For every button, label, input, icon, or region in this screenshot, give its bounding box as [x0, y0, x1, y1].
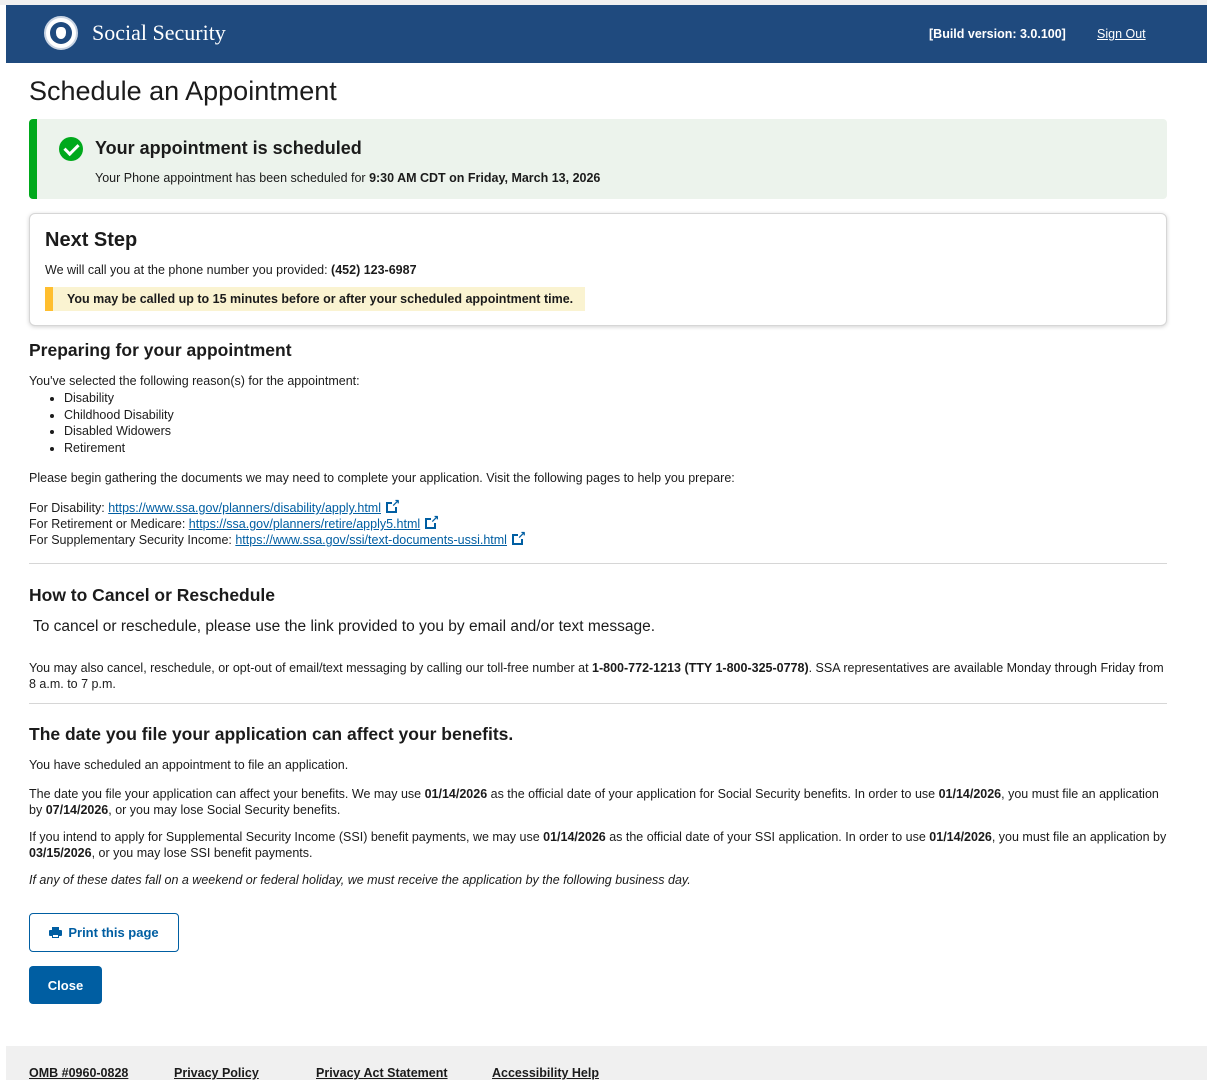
- page-title: Schedule an Appointment: [29, 76, 337, 106]
- ss-text-4: , or you may lose Social Security benefi…: [108, 803, 341, 817]
- ssi-link[interactable]: https://www.ssa.gov/ssi/text-documents-u…: [235, 533, 507, 547]
- sign-out-link[interactable]: Sign Out: [1097, 27, 1146, 41]
- site-footer: OMB #0960-0828 Privacy Policy Privacy Ac…: [6, 1046, 1207, 1080]
- build-version: [Build version: 3.0.100]: [929, 27, 1066, 41]
- next-step-title: Next Step: [45, 229, 138, 251]
- list-item: Retirement: [64, 440, 174, 457]
- privacy-policy-link[interactable]: Privacy Policy: [174, 1066, 259, 1080]
- filing-heading: The date you file your application can a…: [29, 724, 514, 744]
- divider: [29, 563, 1167, 564]
- phone-number: (452) 123-6987: [331, 263, 417, 277]
- reasons-list: Disability Childhood Disability Disabled…: [47, 390, 174, 457]
- success-text-prefix: Your Phone appointment has been schedule…: [95, 171, 370, 185]
- ssi-date: 01/14/2026: [543, 830, 606, 844]
- disability-link[interactable]: https://www.ssa.gov/planners/disability/…: [108, 501, 381, 515]
- ss-filing-text: The date you file your application can a…: [29, 786, 1167, 818]
- toll-free-numbers: 1-800-772-1213 (TTY 1-800-325-0778): [592, 661, 809, 675]
- list-item: Disability: [64, 390, 174, 407]
- ssi-filing-text: If you intend to apply for Supplemental …: [29, 829, 1167, 861]
- divider: [29, 703, 1167, 704]
- gather-documents-text: Please begin gathering the documents we …: [29, 471, 735, 485]
- ss-deadline: 07/14/2026: [45, 803, 109, 817]
- next-step-card: Next Step We will call you at the phone …: [29, 213, 1167, 326]
- external-link-icon: [386, 496, 400, 513]
- prep-link-label: For Disability:: [29, 501, 109, 515]
- call-window-warning: You may be called up to 15 minutes befor…: [45, 287, 586, 311]
- list-item: Childhood Disability: [64, 407, 174, 424]
- cancel-heading: How to Cancel or Reschedule: [29, 585, 276, 605]
- retirement-link[interactable]: https://ssa.gov/planners/retire/apply5.h…: [189, 517, 420, 531]
- cancel-main-text: To cancel or reschedule, please use the …: [33, 618, 656, 635]
- prep-link-row: For Retirement or Medicare: https://ssa.…: [29, 512, 523, 532]
- next-step-text: We will call you at the phone number you…: [45, 263, 417, 277]
- ss-text-1: The date you file your application can a…: [29, 787, 425, 801]
- scheduled-text: You have scheduled an appointment to fil…: [29, 758, 349, 772]
- list-item: Disabled Widowers: [64, 423, 174, 440]
- cancel-phone-text: You may also cancel, reschedule, or opt-…: [29, 660, 1167, 692]
- ssa-seal-icon: [44, 16, 78, 50]
- ss-date: 01/14/2026: [424, 787, 488, 801]
- close-button[interactable]: Close: [29, 966, 102, 1004]
- preparing-heading: Preparing for your appointment: [29, 340, 292, 360]
- prep-link-label: For Retirement or Medicare:: [29, 517, 189, 531]
- prep-link-row: For Disability: https://www.ssa.gov/plan…: [29, 496, 523, 516]
- prep-link-row: For Supplementary Security Income: https…: [29, 528, 526, 548]
- success-alert: Your appointment is scheduled Your Phone…: [29, 119, 1167, 199]
- success-message: Your Phone appointment has been schedule…: [95, 171, 600, 185]
- ss-date-2: 01/14/2026: [938, 787, 1002, 801]
- ssi-date-2: 01/14/2026: [929, 830, 992, 844]
- brand-name: Social Security: [92, 20, 226, 45]
- success-heading: Your appointment is scheduled: [95, 138, 362, 158]
- prep-link-label: For Supplementary Security Income:: [29, 533, 236, 547]
- ss-text-2: as the official date of your application…: [487, 787, 939, 801]
- prep-links: For Disability: https://www.ssa.gov/plan…: [29, 496, 526, 548]
- omb-link[interactable]: OMB #0960-0828: [29, 1066, 128, 1080]
- accessibility-help-link[interactable]: Accessibility Help: [492, 1066, 599, 1080]
- print-button-label: Print this page: [68, 925, 159, 940]
- ssi-text-4: , or you may lose SSI benefit payments.: [91, 846, 313, 860]
- external-link-icon: [511, 528, 526, 545]
- privacy-act-link[interactable]: Privacy Act Statement: [316, 1066, 448, 1080]
- next-step-prefix: We will call you at the phone number you…: [45, 263, 332, 277]
- print-button[interactable]: Print this page: [29, 913, 179, 952]
- ssi-text-1: If you intend to apply for Supplemental …: [29, 830, 544, 844]
- cancel-phone-prefix: You may also cancel, reschedule, or opt-…: [29, 661, 593, 675]
- check-circle-icon: [59, 137, 83, 161]
- holiday-note: If any of these dates fall on a weekend …: [29, 873, 691, 887]
- site-header: Social Security [Build version: 3.0.100]…: [6, 5, 1207, 63]
- external-link-icon: [425, 512, 439, 529]
- reasons-intro: You've selected the following reason(s) …: [29, 374, 360, 388]
- ssi-text-2: as the official date of your SSI applica…: [605, 830, 930, 844]
- appointment-time: 9:30 AM CDT on Friday, March 13, 2026: [369, 171, 601, 185]
- printer-icon: [49, 927, 63, 938]
- ssi-text-3: , you must file an application by: [991, 830, 1167, 844]
- ssi-deadline: 03/15/2026: [29, 846, 92, 860]
